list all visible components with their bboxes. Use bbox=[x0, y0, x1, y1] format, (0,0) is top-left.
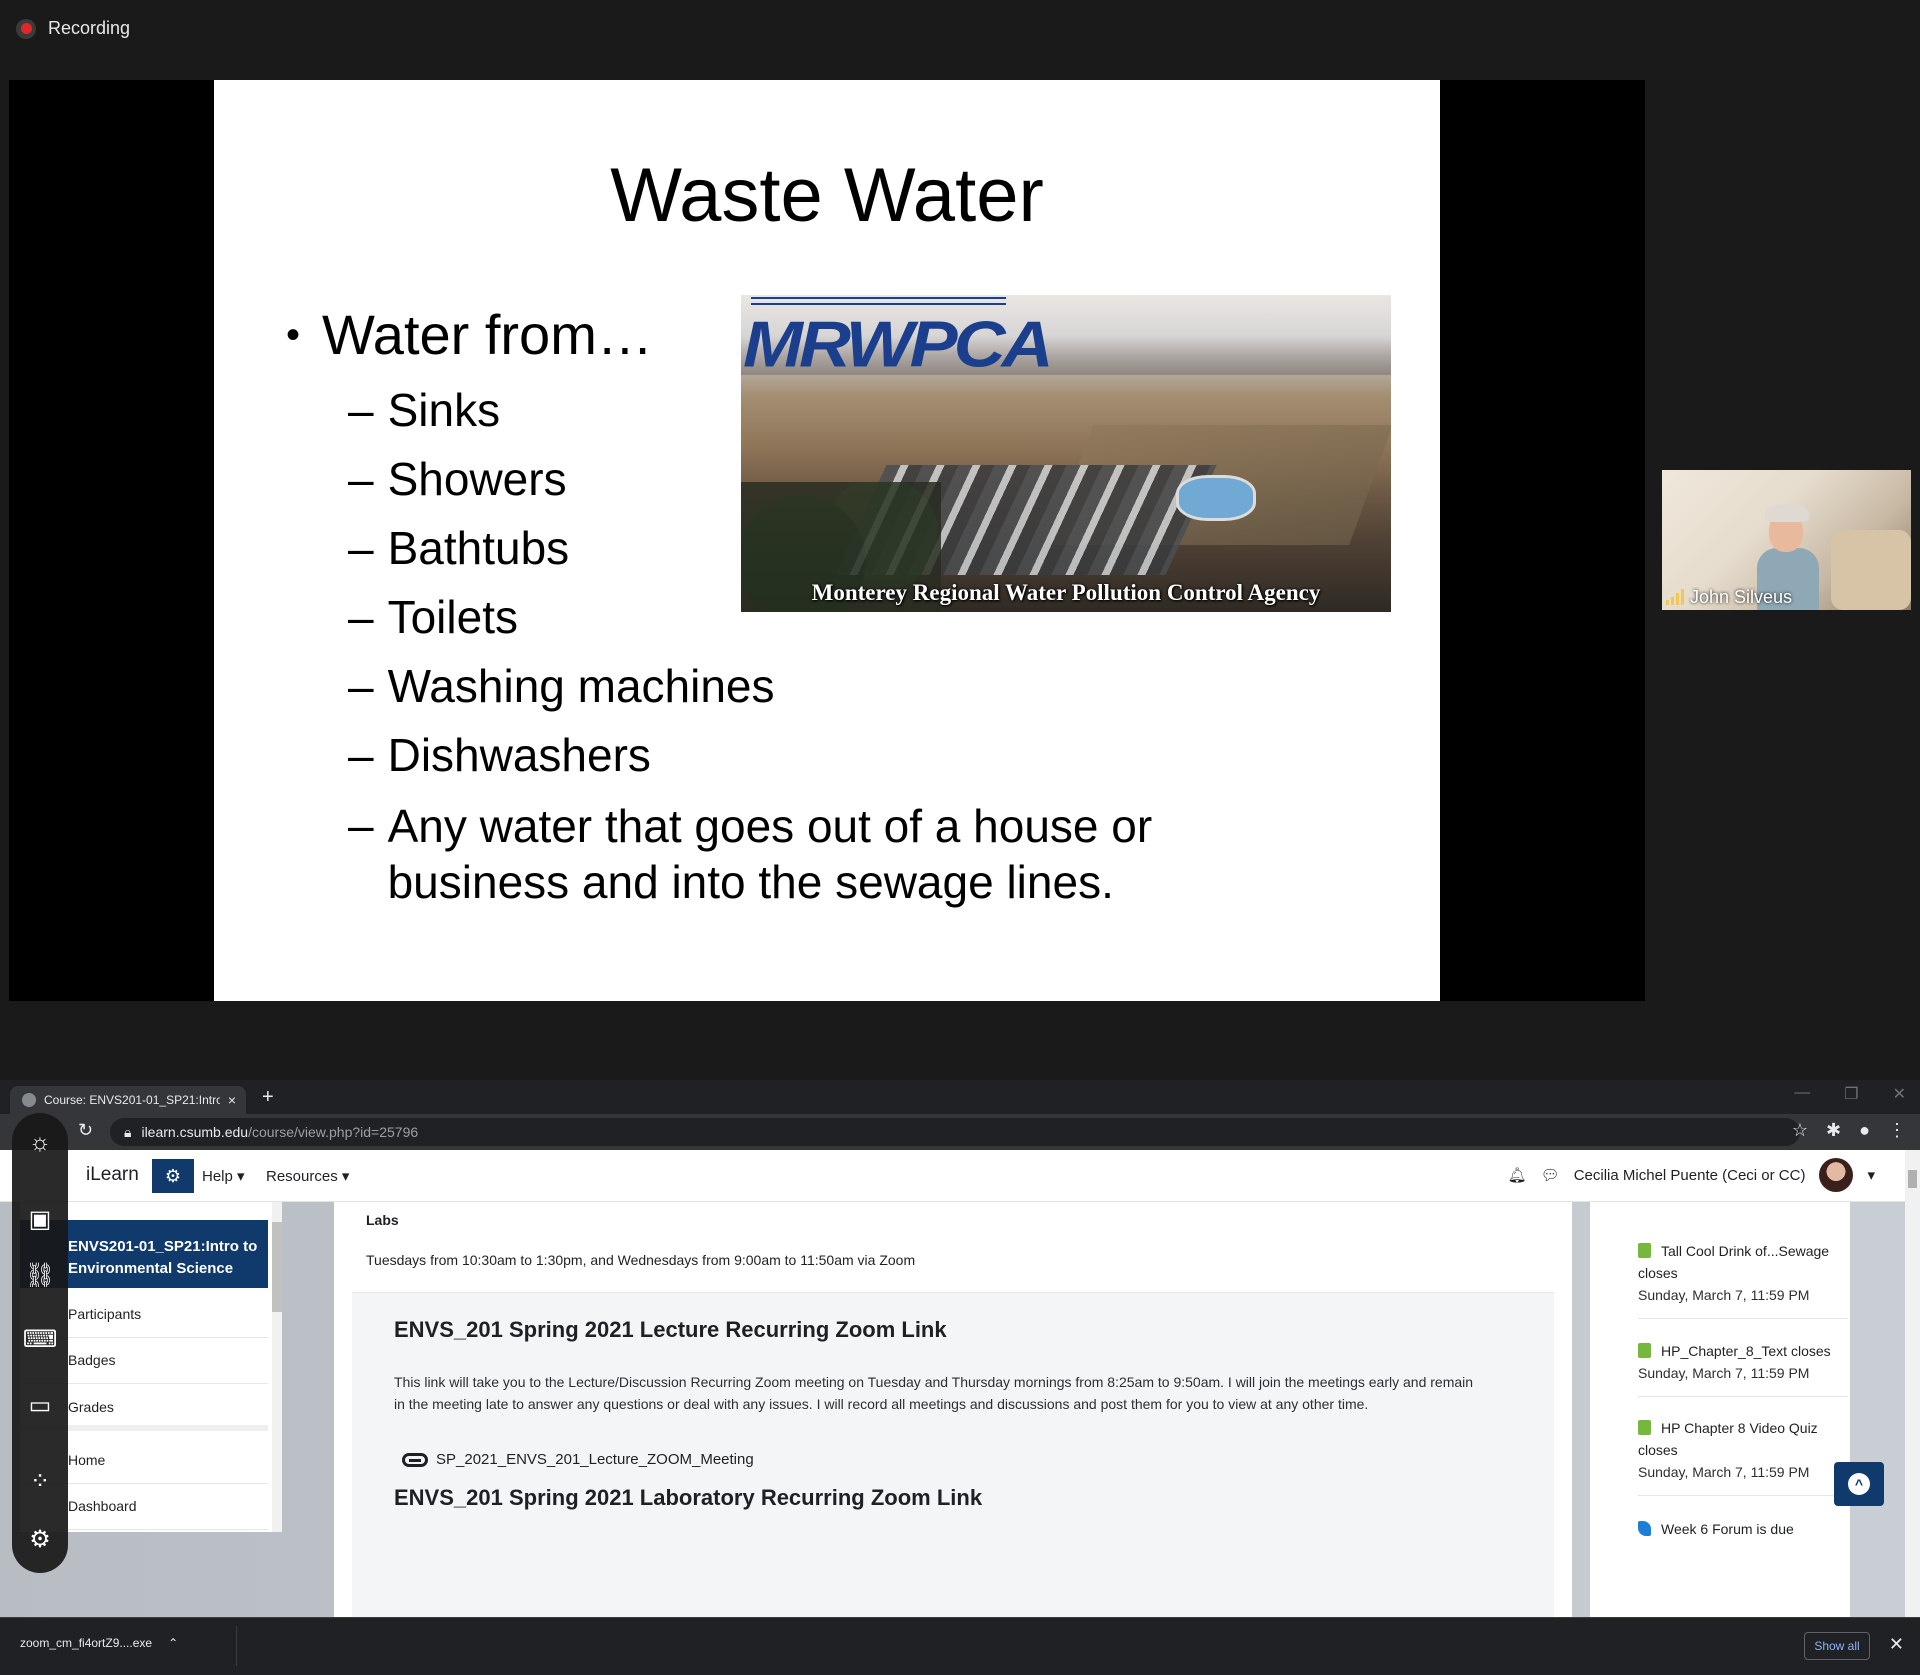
back-to-top-button[interactable]: ^ bbox=[1834, 1462, 1884, 1506]
aerial-photo: MRWPCA Monterey Regional Water Pollution… bbox=[741, 295, 1391, 612]
slide-sub-item: – Dishwashers bbox=[348, 729, 651, 781]
toolbar-icons: ☆ ✱ ● ⋮ bbox=[1792, 1120, 1906, 1141]
download-item[interactable]: zoom_cm_fi4ortZ9....exe ⌃ bbox=[20, 1636, 178, 1650]
close-tab-icon[interactable]: × bbox=[228, 1092, 236, 1108]
course-main: Labs Tuesdays from 10:30am to 1:30pm, an… bbox=[334, 1202, 1572, 1617]
download-chevron-icon[interactable]: ⌃ bbox=[168, 1636, 178, 1650]
page-content: ENVS201-01_SP21:Intro to Environmental S… bbox=[0, 1202, 1905, 1617]
laptop-icon[interactable]: ▭ bbox=[24, 1389, 56, 1421]
apps-grid-icon[interactable]: ⁘ bbox=[24, 1465, 56, 1497]
bookmark-star-icon[interactable]: ☆ bbox=[1792, 1120, 1808, 1141]
site-navbar: iLearn ⚙ Help ▾ Resources ▾ 🔔︎ 💬︎ Cecili… bbox=[0, 1150, 1905, 1202]
drawer-scroll-thumb[interactable] bbox=[272, 1222, 282, 1312]
favicon-icon bbox=[22, 1093, 36, 1107]
resources-menu[interactable]: Resources ▾ bbox=[266, 1167, 349, 1185]
link-icon[interactable]: ⛓ bbox=[24, 1259, 56, 1291]
lecture-zoom-link[interactable]: SP_2021_ENVS_201_Lecture_ZOOM_Meeting bbox=[402, 1451, 754, 1468]
slide-sub-item: – Any water that goes out of a house or b… bbox=[348, 799, 1153, 908]
user-menu-chevron-icon[interactable]: ▾ bbox=[1867, 1166, 1875, 1184]
menu-dots-icon[interactable]: ⋮ bbox=[1888, 1120, 1906, 1141]
url-path: /course/view.php?id=25796 bbox=[248, 1124, 419, 1140]
zoom-links-section: ENVS_201 Spring 2021 Lecture Recurring Z… bbox=[352, 1292, 1554, 1617]
participant-video[interactable]: John Silveus bbox=[1662, 470, 1911, 610]
keyboard-icon[interactable]: ⌨ bbox=[23, 1323, 58, 1355]
settings-icon[interactable]: ⚙ bbox=[24, 1523, 56, 1555]
tab-title: Course: ENVS201-01_SP21:Intro to Environ… bbox=[44, 1093, 220, 1107]
assignment-icon bbox=[1638, 1343, 1651, 1358]
address-bar[interactable]: 🔒︎ ilearn.csumb.edu /course/view.php?id=… bbox=[110, 1118, 1800, 1146]
download-filename: zoom_cm_fi4ortZ9....exe bbox=[20, 1636, 153, 1650]
restore-icon[interactable]: ❐ bbox=[1844, 1084, 1858, 1104]
recording-indicator[interactable]: Recording bbox=[16, 18, 130, 39]
url-host: ilearn.csumb.edu bbox=[141, 1124, 249, 1140]
slide-title: Waste Water bbox=[610, 153, 1044, 238]
tab-bar: Course: ENVS201-01_SP21:Intro to Environ… bbox=[0, 1080, 1920, 1114]
site-brand[interactable]: iLearn bbox=[86, 1164, 139, 1186]
zoom-window: Recording Waste Water • Water from… – Sin… bbox=[0, 0, 1920, 1080]
messages-icon[interactable]: 💬︎ bbox=[1541, 1166, 1560, 1184]
upcoming-events-drawer: Tall Cool Drink of...Sewage closes Sunda… bbox=[1590, 1202, 1850, 1617]
lock-icon: 🔒︎ bbox=[124, 1123, 132, 1140]
toolbar: ↻ 🔒︎ ilearn.csumb.edu /course/view.php?i… bbox=[0, 1114, 1920, 1150]
arrow-up-icon: ^ bbox=[1848, 1473, 1870, 1495]
lab-zoom-heading: ENVS_201 Spring 2021 Laboratory Recurrin… bbox=[394, 1485, 983, 1510]
help-menu[interactable]: Help ▾ bbox=[202, 1167, 245, 1185]
brightness-icon[interactable]: ☼ bbox=[24, 1127, 56, 1159]
slide-bullet: • Water from… bbox=[286, 302, 653, 368]
lecture-description: This link will take you to the Lecture/D… bbox=[394, 1374, 1474, 1412]
labs-text: Tuesdays from 10:30am to 1:30pm, and Wed… bbox=[366, 1252, 916, 1268]
close-downloads-icon[interactable]: ✕ bbox=[1889, 1634, 1904, 1655]
settings-gear-button[interactable]: ⚙ bbox=[152, 1159, 194, 1193]
bullet-text: Water from… bbox=[322, 303, 653, 366]
record-icon bbox=[16, 18, 36, 39]
window-controls: — ❐ ✕ bbox=[1794, 1084, 1906, 1104]
upcoming-event[interactable]: HP Chapter 8 Video Quiz closes Sunday, M… bbox=[1638, 1417, 1848, 1496]
floating-toolbar: ☼ ▣ ⛓ ⌨ ▭ ⁘ ⚙ bbox=[12, 1113, 68, 1573]
slide-sub-item: – Sinks bbox=[348, 384, 501, 436]
close-window-icon[interactable]: ✕ bbox=[1893, 1084, 1906, 1104]
user-name[interactable]: Cecilia Michel Puente (Ceci or CC) bbox=[1574, 1167, 1806, 1184]
recording-label: Recording bbox=[48, 18, 131, 38]
avatar[interactable] bbox=[1819, 1158, 1854, 1192]
browser-tab[interactable]: Course: ENVS201-01_SP21:Intro to Environ… bbox=[10, 1086, 246, 1114]
participant-name: John Silveus bbox=[1690, 587, 1793, 607]
upcoming-event[interactable]: Week 6 Forum is due bbox=[1638, 1518, 1848, 1552]
forum-icon bbox=[1638, 1521, 1651, 1536]
new-tab-button[interactable]: + bbox=[262, 1086, 274, 1109]
assignment-icon bbox=[1638, 1243, 1651, 1258]
upcoming-event[interactable]: Tall Cool Drink of...Sewage closes Sunda… bbox=[1638, 1240, 1848, 1319]
slide-sub-item: – Bathtubs bbox=[348, 522, 570, 574]
page-scrollbar[interactable] bbox=[1905, 1150, 1920, 1617]
profile-icon[interactable]: ● bbox=[1859, 1120, 1870, 1141]
quiz-icon bbox=[1638, 1420, 1651, 1435]
slide-sub-item: – Showers bbox=[348, 453, 567, 505]
extensions-icon[interactable]: ✱ bbox=[1826, 1120, 1841, 1141]
labs-heading: Labs bbox=[366, 1212, 399, 1228]
web-page: iLearn ⚙ Help ▾ Resources ▾ 🔔︎ 💬︎ Cecili… bbox=[0, 1150, 1920, 1617]
lecture-zoom-heading: ENVS_201 Spring 2021 Lecture Recurring Z… bbox=[394, 1317, 947, 1342]
signal-strength-icon bbox=[1666, 589, 1684, 605]
user-area: 🔔︎ 💬︎ Cecilia Michel Puente (Ceci or CC)… bbox=[1508, 1158, 1875, 1192]
browser-window: Course: ENVS201-01_SP21:Intro to Environ… bbox=[0, 1080, 1920, 1675]
notifications-bell-icon[interactable]: 🔔︎ bbox=[1508, 1166, 1527, 1184]
participant-label: John Silveus bbox=[1666, 587, 1792, 608]
reload-icon[interactable]: ↻ bbox=[78, 1120, 93, 1141]
url-link-icon bbox=[402, 1452, 428, 1467]
page-scroll-thumb[interactable] bbox=[1908, 1170, 1917, 1188]
photo-caption: Monterey Regional Water Pollution Contro… bbox=[811, 580, 1321, 605]
downloads-bar: zoom_cm_fi4ortZ9....exe ⌃ Show all ✕ bbox=[0, 1617, 1920, 1675]
minimize-icon[interactable]: — bbox=[1794, 1084, 1810, 1104]
slide-sub-item: – Toilets bbox=[348, 591, 518, 643]
slide-sub-item: – Washing machines bbox=[348, 660, 775, 712]
bullet-icon: • bbox=[286, 313, 301, 357]
upcoming-event[interactable]: HP_Chapter_8_Text closes Sunday, March 7… bbox=[1638, 1340, 1848, 1397]
screenshot-icon[interactable]: ▣ bbox=[24, 1203, 56, 1235]
presentation-slide: Waste Water • Water from… – Sinks – Shower… bbox=[214, 80, 1440, 1001]
show-all-button[interactable]: Show all bbox=[1804, 1632, 1870, 1660]
